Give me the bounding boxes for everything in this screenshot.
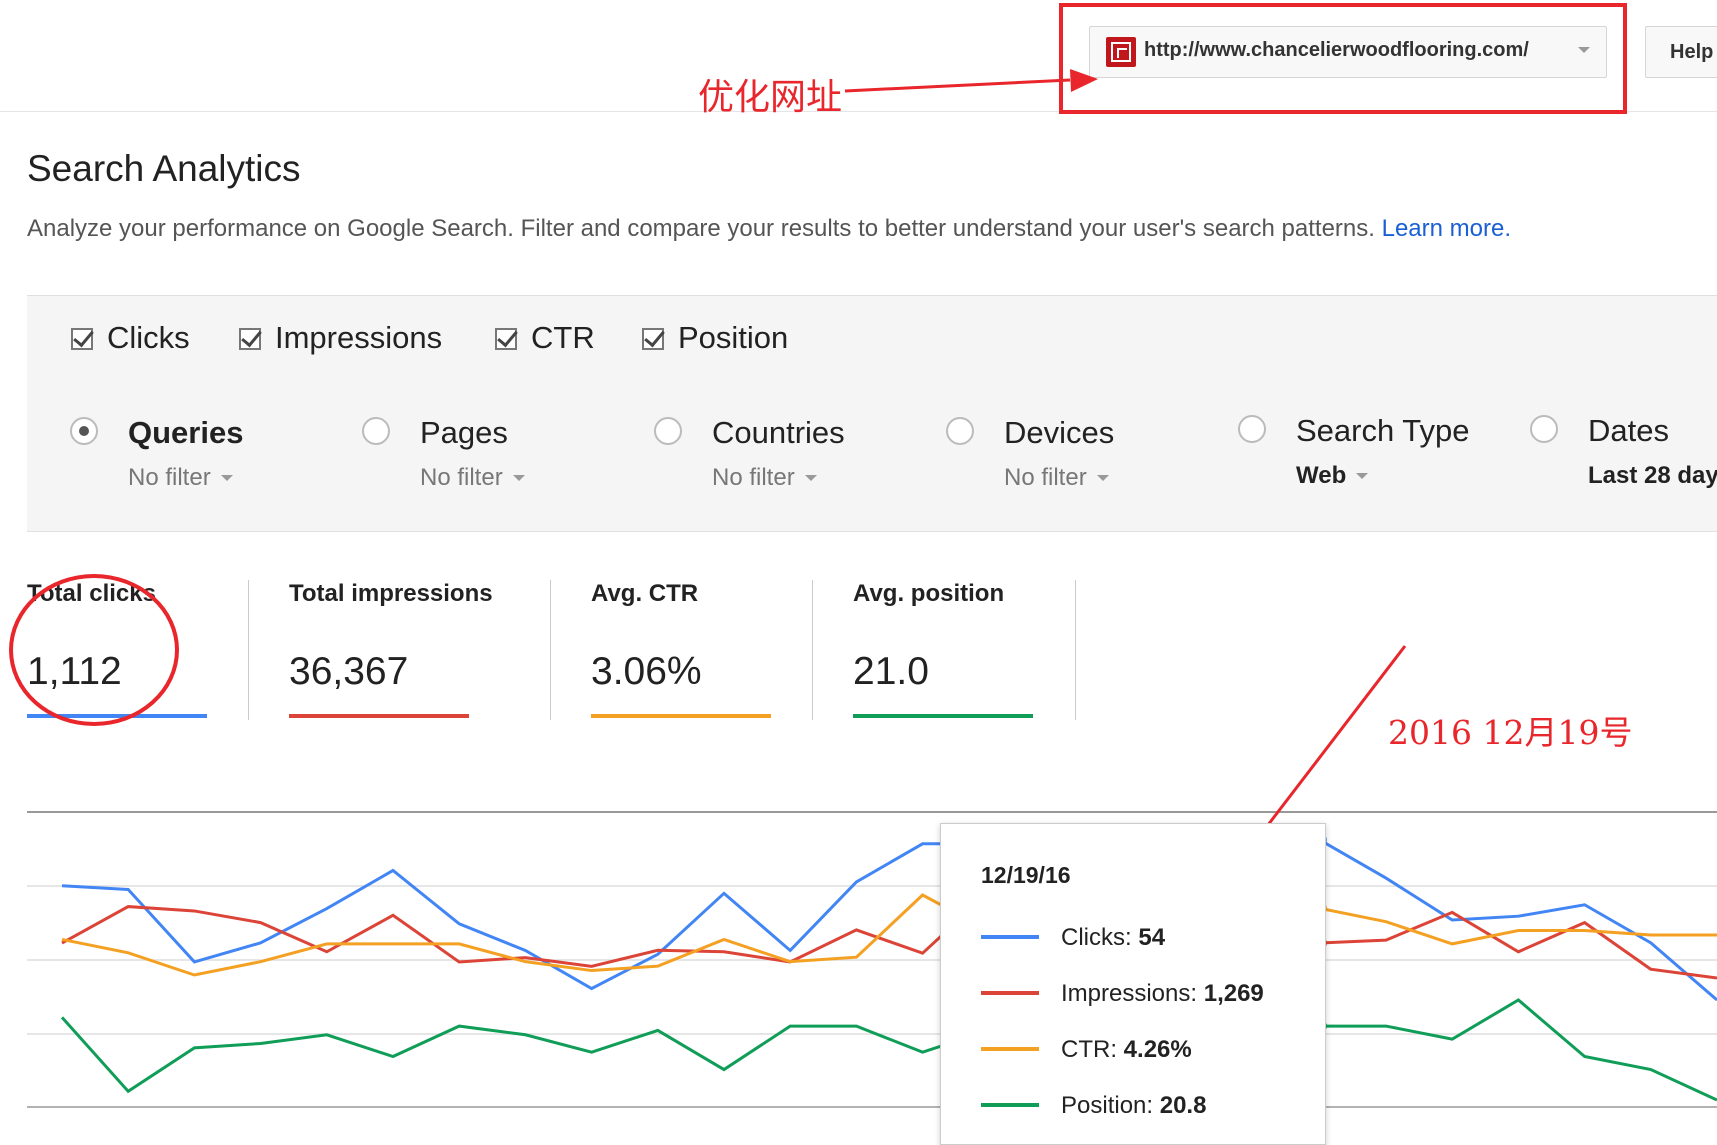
tooltip-row-impressions: Impressions: 1,269 [981, 980, 1264, 1008]
legend-swatch [981, 991, 1039, 995]
tooltip-row-clicks: Clicks: 54 [981, 924, 1165, 952]
legend-swatch [981, 1103, 1039, 1107]
tooltip-date: 12/19/16 [981, 862, 1071, 888]
annotation-arrow-date [1182, 645, 1407, 940]
legend-swatch [981, 935, 1039, 939]
legend-swatch [981, 1047, 1039, 1051]
tooltip-row-position: Position: 20.8 [981, 1092, 1206, 1120]
tooltip-row-ctr: CTR: 4.26% [981, 1036, 1192, 1064]
chart-tooltip: 12/19/16 Clicks: 54 Impressions: 1,269 C… [940, 823, 1326, 1145]
